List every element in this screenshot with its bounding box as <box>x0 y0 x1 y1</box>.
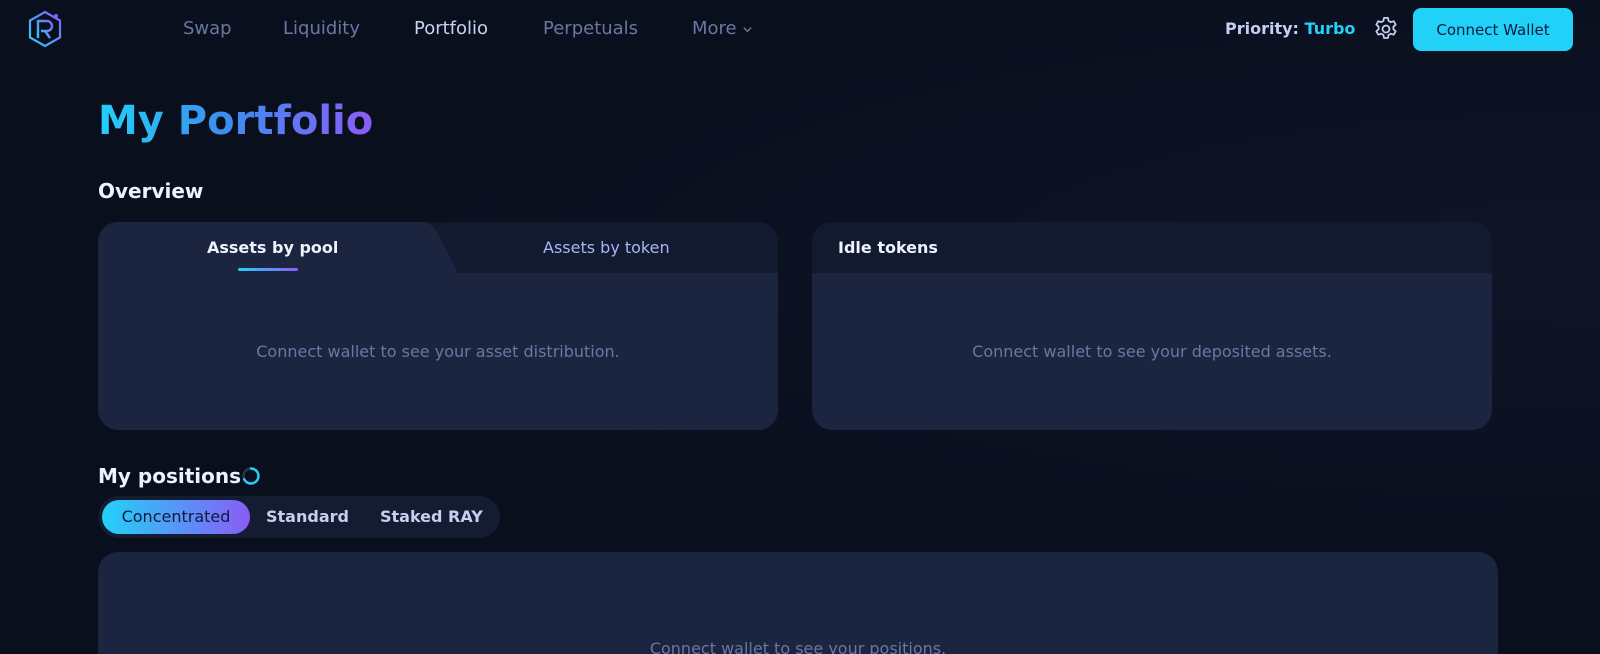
top-nav-bar: Swap Liquidity Portfolio Perpetuals More… <box>0 0 1600 58</box>
idle-tokens-card: Idle tokens Connect wallet to see your d… <box>812 222 1492 430</box>
connect-wallet-button[interactable]: Connect Wallet <box>1413 8 1573 51</box>
nav-portfolio[interactable]: Portfolio <box>414 17 488 41</box>
overview-title: Overview <box>98 179 204 203</box>
priority-indicator[interactable]: Priority: Turbo <box>1225 18 1355 40</box>
position-type-toggle: Concentrated Standard Staked RAY <box>98 496 500 538</box>
page-title: My Portfolio <box>98 98 374 144</box>
positions-empty-message: Connect wallet to see your positions. <box>649 639 947 654</box>
tab-assets-by-token[interactable]: Assets by token <box>543 237 670 259</box>
tab-staked-ray[interactable]: Staked RAY <box>380 500 483 534</box>
asset-distribution-empty-message: Connect wallet to see your asset distrib… <box>256 342 620 361</box>
idle-tokens-title: Idle tokens <box>838 238 938 257</box>
nav-swap[interactable]: Swap <box>183 17 232 41</box>
deposited-assets-empty-message: Connect wallet to see your deposited ass… <box>972 342 1332 361</box>
raydium-logo-icon[interactable] <box>27 10 63 48</box>
tab-standard[interactable]: Standard <box>266 500 349 534</box>
positions-card: Connect wallet to see your positions. <box>98 552 1498 654</box>
tab-concentrated[interactable]: Concentrated <box>102 500 250 534</box>
nav-more-label: More <box>692 18 737 39</box>
assets-tab-bar: Assets by pool Assets by token <box>98 222 778 273</box>
spinner-icon <box>242 467 260 485</box>
priority-value: Turbo <box>1304 19 1356 38</box>
nav-liquidity[interactable]: Liquidity <box>283 17 360 41</box>
nav-more[interactable]: More <box>692 17 753 41</box>
gear-icon[interactable] <box>1372 15 1400 43</box>
idle-tokens-header: Idle tokens <box>812 222 1492 273</box>
nav-perpetuals[interactable]: Perpetuals <box>543 17 638 41</box>
active-tab-indicator <box>238 268 298 271</box>
tab-assets-by-pool[interactable]: Assets by pool <box>207 237 338 259</box>
my-positions-title: My positions <box>98 464 242 488</box>
assets-card: Assets by pool Assets by token Connect w… <box>98 222 778 430</box>
priority-label: Priority: <box>1225 19 1299 38</box>
chevron-down-icon <box>742 26 752 32</box>
